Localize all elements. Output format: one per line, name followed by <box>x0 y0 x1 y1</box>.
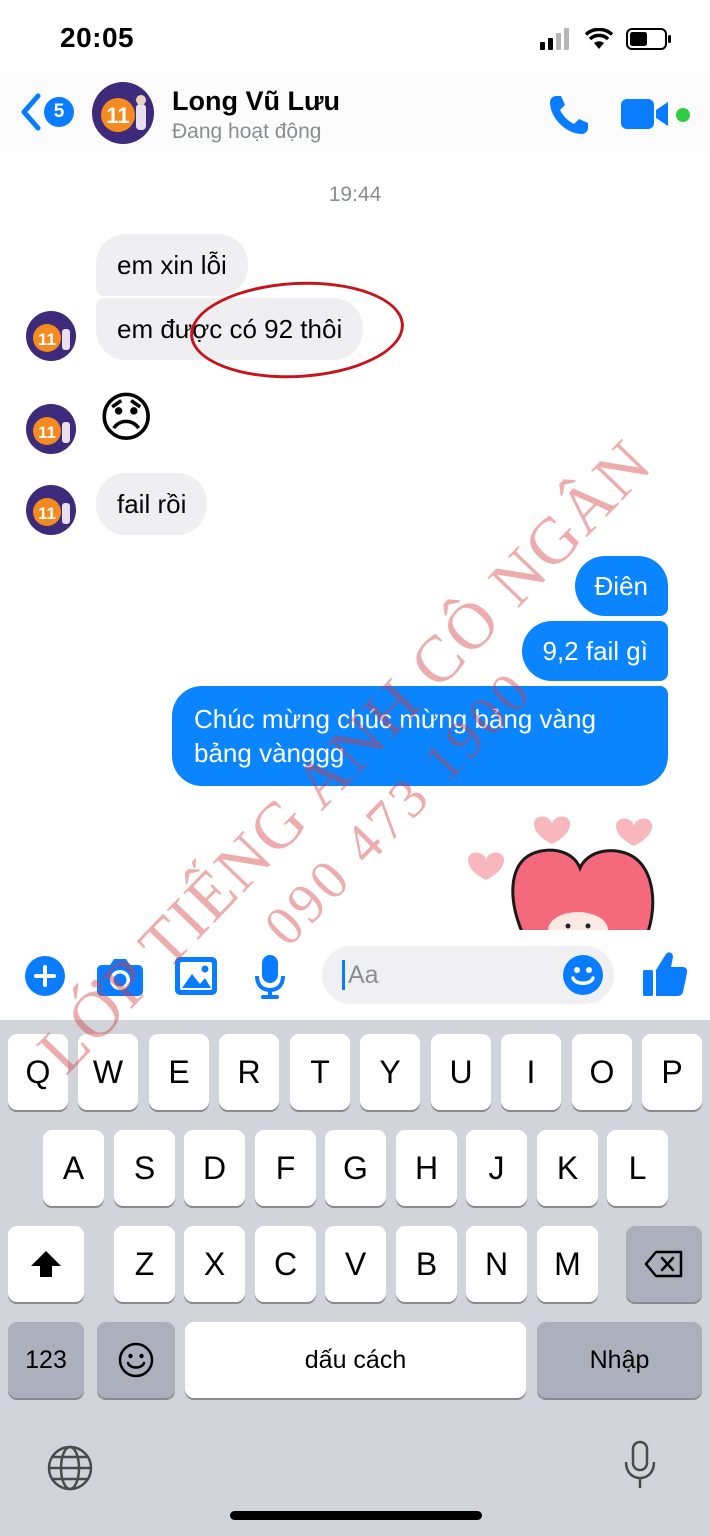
emoji-keyboard-icon <box>118 1342 154 1378</box>
heart-sticker[interactable] <box>460 808 710 932</box>
avatar-badge-text: 11 <box>106 103 129 128</box>
key-g[interactable]: G <box>325 1130 386 1206</box>
chevron-left-icon <box>21 93 41 131</box>
key-w[interactable]: W <box>78 1034 138 1110</box>
battery-icon <box>626 28 671 50</box>
wifi-icon <box>584 28 614 49</box>
backspace-icon <box>644 1250 683 1278</box>
key-i[interactable]: I <box>501 1034 561 1110</box>
photo-icon[interactable] <box>174 956 218 996</box>
emoji-key[interactable] <box>97 1322 175 1398</box>
contact-status: Đang hoạt động <box>172 120 322 143</box>
microphone-icon[interactable] <box>254 954 286 1000</box>
message-input[interactable]: Aa <box>322 946 614 1004</box>
status-icons <box>540 24 672 54</box>
back-button[interactable]: 5 <box>18 92 74 132</box>
chat-timestamp: 19:44 <box>328 183 382 206</box>
key-y[interactable]: Y <box>360 1034 420 1110</box>
key-u[interactable]: U <box>431 1034 491 1110</box>
svg-text:11: 11 <box>38 504 56 523</box>
contact-avatar-small: 11 <box>26 404 76 454</box>
composer-bar: Aa <box>0 930 710 1020</box>
key-r[interactable]: R <box>219 1034 279 1110</box>
chat-header: 5 11 Long Vũ Lưu Đang hoạt động <box>0 72 710 152</box>
contact-avatar-small: 11 <box>26 485 76 535</box>
key-n[interactable]: N <box>466 1226 527 1302</box>
shift-key[interactable] <box>8 1226 84 1302</box>
key-q[interactable]: Q <box>8 1034 68 1110</box>
delete-key[interactable] <box>626 1226 702 1302</box>
keyboard: Q W E R T Y U I O P A S D F G H J K L Z … <box>0 1020 710 1536</box>
outgoing-message[interactable]: Điên <box>574 556 668 616</box>
key-h[interactable]: H <box>396 1130 457 1206</box>
key-f[interactable]: F <box>255 1130 316 1206</box>
unread-count-badge: 5 <box>44 97 74 127</box>
key-m[interactable]: M <box>537 1226 598 1302</box>
key-e[interactable]: E <box>149 1034 209 1110</box>
message-placeholder: Aa <box>348 961 379 989</box>
key-a[interactable]: A <box>43 1130 104 1206</box>
key-s[interactable]: S <box>114 1130 175 1206</box>
contact-name[interactable]: Long Vũ Lưu <box>172 86 340 117</box>
home-indicator <box>230 1511 482 1520</box>
status-bar: 20:05 <box>0 0 710 72</box>
key-b[interactable]: B <box>396 1226 457 1302</box>
thumbs-up-icon[interactable] <box>642 950 688 998</box>
key-t[interactable]: T <box>290 1034 350 1110</box>
camera-icon[interactable] <box>96 957 144 997</box>
key-l[interactable]: L <box>607 1130 668 1206</box>
online-indicator <box>676 108 690 122</box>
key-p[interactable]: P <box>642 1034 702 1110</box>
phone-icon[interactable] <box>546 92 592 138</box>
contact-avatar-small: 11 <box>26 311 76 361</box>
outgoing-message-multiline[interactable]: Chúc mừng chúc mừng bảng vàng bảng vàngg… <box>172 686 668 786</box>
emoji-icon[interactable] <box>562 954 604 996</box>
svg-text:11: 11 <box>38 423 56 442</box>
key-c[interactable]: C <box>255 1226 316 1302</box>
key-d[interactable]: D <box>184 1130 245 1206</box>
svg-text:11: 11 <box>38 330 56 349</box>
shift-icon <box>31 1251 61 1277</box>
key-o[interactable]: O <box>572 1034 632 1110</box>
signal-icon <box>540 28 569 50</box>
key-x[interactable]: X <box>184 1226 245 1302</box>
incoming-message[interactable]: em xin lỗi <box>96 234 248 296</box>
numbers-key[interactable]: 123 <box>8 1322 84 1398</box>
contact-avatar[interactable]: 11 <box>92 82 154 144</box>
key-j[interactable]: J <box>466 1130 527 1206</box>
globe-icon[interactable] <box>46 1444 94 1492</box>
key-v[interactable]: V <box>325 1226 386 1302</box>
return-key[interactable]: Nhập <box>537 1322 702 1398</box>
dictation-mic-icon[interactable] <box>622 1440 658 1492</box>
key-k[interactable]: K <box>537 1130 598 1206</box>
outgoing-message[interactable]: 9,2 fail gì <box>522 621 668 681</box>
status-time: 20:05 <box>60 22 135 53</box>
emoji-message[interactable]: 😞 <box>98 386 154 450</box>
key-z[interactable]: Z <box>114 1226 175 1302</box>
video-call-icon[interactable] <box>620 96 670 132</box>
plus-icon[interactable] <box>24 955 66 997</box>
text-caret <box>342 960 345 990</box>
message-line: Chúc mừng chúc mừng bảng vàng <box>194 704 596 734</box>
message-line: bảng vànggg <box>194 738 345 768</box>
incoming-message[interactable]: fail rồi <box>96 473 208 535</box>
space-key[interactable]: dấu cách <box>185 1322 526 1398</box>
